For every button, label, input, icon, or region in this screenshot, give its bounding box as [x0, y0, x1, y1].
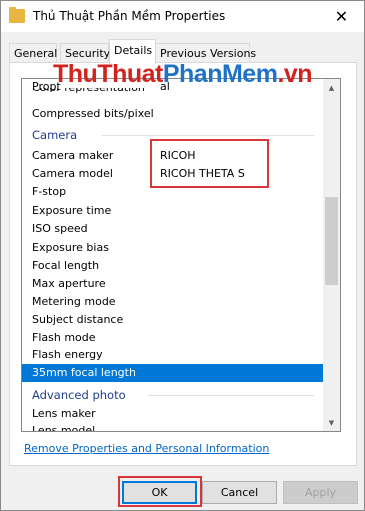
property-name: ISO speed — [32, 222, 88, 235]
list-item[interactable]: Lens maker — [22, 405, 324, 423]
scroll-up-button[interactable]: ▲ — [323, 79, 340, 96]
property-name: Camera model — [32, 167, 113, 180]
list-item[interactable]: Metering mode — [22, 293, 324, 311]
group-header-advanced-photo[interactable]: Advanced photo — [22, 386, 324, 404]
properties-rows: Propt al Color representation Compressed… — [22, 79, 324, 431]
apply-button[interactable]: Apply — [283, 481, 358, 504]
watermark-part-1: ThuThuat — [53, 60, 163, 88]
list-item[interactable]: Flash mode — [22, 329, 324, 347]
camera-info-highlight — [150, 139, 269, 188]
list-item[interactable]: Color representation — [22, 88, 324, 97]
watermark-part-3: .vn — [277, 60, 313, 88]
list-item-selected[interactable]: 35mm focal length — [22, 364, 324, 382]
group-divider — [102, 135, 314, 136]
remove-properties-link[interactable]: Remove Properties and Personal Informati… — [24, 442, 269, 455]
triangle-down-icon: ▼ — [328, 418, 335, 427]
list-item[interactable]: Subject distance — [22, 311, 324, 329]
ok-button-highlight — [118, 476, 202, 507]
group-divider — [148, 395, 314, 396]
property-name: Flash mode — [32, 331, 96, 344]
property-name: Exposure time — [32, 204, 112, 217]
property-name: Max aperture — [32, 277, 106, 290]
scroll-down-button[interactable]: ▼ — [323, 414, 340, 431]
watermark-part-2: PhanMem — [162, 60, 278, 88]
cancel-button[interactable]: Cancel — [202, 481, 277, 504]
property-name: Subject distance — [32, 313, 124, 326]
list-item[interactable]: Exposure bias — [22, 239, 324, 257]
close-button[interactable]: ✕ — [319, 1, 364, 32]
property-name: Lens model — [32, 424, 96, 431]
property-name: 35mm focal length — [32, 366, 136, 379]
list-item[interactable]: ISO speed — [22, 220, 324, 238]
triangle-up-icon: ▲ — [328, 83, 335, 92]
property-name: Color representation — [32, 88, 145, 97]
property-name: F-stop — [32, 185, 67, 198]
title-bar: Thủ Thuật Phần Mềm Properties ✕ — [1, 1, 364, 32]
list-item[interactable]: Compressed bits/pixel — [22, 105, 324, 123]
property-name: Focal length — [32, 259, 100, 272]
property-name: Flash energy — [32, 348, 103, 361]
property-name: Compressed bits/pixel — [32, 107, 154, 120]
list-item[interactable]: Lens model — [22, 422, 324, 431]
property-name: Metering mode — [32, 295, 116, 308]
watermark-logo: ThuThuatPhanMem.vn — [53, 60, 313, 89]
property-name: Exposure bias — [32, 241, 109, 254]
tab-general[interactable]: General — [9, 43, 57, 63]
property-name: Lens maker — [32, 407, 96, 420]
property-name: Camera maker — [32, 149, 114, 162]
close-icon: ✕ — [334, 7, 349, 26]
list-item[interactable]: Max aperture — [22, 275, 324, 293]
vertical-scrollbar[interactable]: ▲ ▼ — [323, 79, 340, 431]
list-item[interactable]: Exposure time — [22, 202, 324, 220]
folder-icon — [9, 7, 25, 23]
scroll-thumb[interactable] — [325, 197, 338, 285]
properties-list[interactable]: Propt al Color representation Compressed… — [21, 78, 341, 432]
properties-dialog: Thủ Thuật Phần Mềm Properties ✕ General … — [0, 0, 365, 511]
list-item[interactable]: Flash energy — [22, 346, 324, 364]
group-label: Camera — [32, 128, 78, 142]
list-item[interactable]: Focal length — [22, 257, 324, 275]
group-label: Advanced photo — [32, 388, 126, 402]
window-title: Thủ Thuật Phần Mềm Properties — [33, 9, 226, 23]
